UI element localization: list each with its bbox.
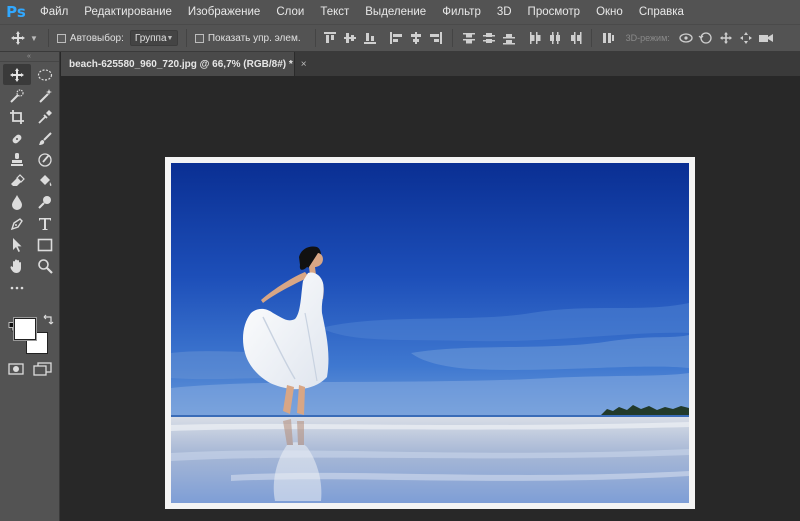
menu-file[interactable]: Файл: [32, 0, 76, 24]
quick-selection-icon[interactable]: [3, 85, 31, 106]
path-selection-icon[interactable]: [3, 234, 31, 255]
move-tool-icon[interactable]: [3, 64, 31, 86]
swap-colors-icon[interactable]: [42, 314, 54, 326]
menu-bar: Ps Файл Редактирование Изображение Слои …: [0, 0, 800, 24]
align-bottom-icon[interactable]: [360, 28, 380, 48]
align-hcenter-icon[interactable]: [406, 28, 426, 48]
document-canvas[interactable]: [165, 157, 695, 509]
orbit-3d-icon[interactable]: [676, 28, 696, 48]
tools-panel: «: [0, 52, 60, 521]
ellipse-marquee-icon[interactable]: [31, 64, 59, 85]
distribute-bottom-icon[interactable]: [499, 28, 519, 48]
show-transform-label: Показать упр. элем.: [207, 32, 301, 44]
dodge-icon[interactable]: [31, 192, 59, 213]
distribute-top-icon[interactable]: [459, 28, 479, 48]
eyedropper-icon[interactable]: [31, 107, 59, 128]
pen-icon[interactable]: [3, 213, 31, 234]
autoselect-checkbox[interactable]: [56, 33, 66, 43]
foreground-color-swatch[interactable]: [14, 318, 36, 340]
magic-wand-icon[interactable]: [31, 85, 59, 106]
distribute-right-icon[interactable]: [565, 28, 585, 48]
autoselect-toggle[interactable]: Автовыбор:: [56, 32, 124, 44]
distribute-vcenter-icon[interactable]: [479, 28, 499, 48]
align-vcenter-icon[interactable]: [340, 28, 360, 48]
document-tab-bar: beach-625580_960_720.jpg @ 66,7% (RGB/8#…: [61, 52, 800, 76]
autoselect-target-select[interactable]: Группа ▼: [129, 30, 178, 46]
quick-mask-icon[interactable]: [6, 361, 26, 377]
close-icon[interactable]: ×: [301, 59, 307, 70]
app-logo: Ps: [6, 3, 26, 21]
autoselect-label: Автовыбор:: [69, 32, 124, 44]
chevron-down-icon: ▼: [166, 34, 174, 42]
mode-3d-label: 3D-режим:: [625, 33, 670, 43]
clone-stamp-icon[interactable]: [3, 149, 31, 170]
hand-icon[interactable]: [3, 256, 31, 277]
auto-align-layers-icon[interactable]: [598, 28, 618, 48]
menu-image[interactable]: Изображение: [180, 0, 268, 24]
align-left-icon[interactable]: [386, 28, 406, 48]
roll-3d-icon[interactable]: [696, 28, 716, 48]
more-tools-icon[interactable]: [3, 277, 31, 298]
align-right-icon[interactable]: [426, 28, 446, 48]
rectangle-icon[interactable]: [31, 234, 59, 255]
beach-photo: [171, 163, 689, 503]
show-transform-toggle[interactable]: Показать упр. элем.: [194, 32, 301, 44]
menu-help[interactable]: Справка: [631, 0, 692, 24]
show-transform-checkbox[interactable]: [194, 33, 204, 43]
document-tab-title: beach-625580_960_720.jpg @ 66,7% (RGB/8#…: [69, 58, 293, 70]
menu-layers[interactable]: Слои: [268, 0, 312, 24]
menu-view[interactable]: Просмотр: [520, 0, 589, 24]
tools-panel-collapse-button[interactable]: «: [0, 52, 59, 62]
scale-3d-icon[interactable]: [756, 28, 776, 48]
color-swatches: [8, 314, 54, 360]
distribute-left-icon[interactable]: [525, 28, 545, 48]
brush-icon[interactable]: [31, 128, 59, 149]
pan-3d-icon[interactable]: [716, 28, 736, 48]
menu-type[interactable]: Текст: [312, 0, 357, 24]
document-tab[interactable]: beach-625580_960_720.jpg @ 66,7% (RGB/8#…: [61, 52, 307, 76]
screen-mode-icon[interactable]: [32, 361, 54, 377]
options-bar: ▼ Автовыбор: Группа ▼ Показать упр. элем…: [0, 24, 800, 52]
blur-icon[interactable]: [3, 192, 31, 213]
menu-window[interactable]: Окно: [588, 0, 631, 24]
paint-bucket-icon[interactable]: [31, 170, 59, 191]
zoom-icon[interactable]: [31, 256, 59, 277]
menu-filter[interactable]: Фильтр: [434, 0, 489, 24]
align-top-icon[interactable]: [320, 28, 340, 48]
photoshop-window: Ps Файл Редактирование Изображение Слои …: [0, 0, 800, 521]
distribute-hcenter-icon[interactable]: [545, 28, 565, 48]
history-brush-icon[interactable]: [31, 149, 59, 170]
chevron-down-icon[interactable]: ▼: [30, 34, 38, 43]
spot-healing-icon[interactable]: [3, 128, 31, 149]
crop-icon[interactable]: [3, 107, 31, 128]
slide-3d-icon[interactable]: [736, 28, 756, 48]
menu-3d[interactable]: 3D: [489, 0, 520, 24]
canvas-workspace[interactable]: [61, 76, 800, 521]
autoselect-target-value: Группа: [134, 32, 167, 44]
menu-select[interactable]: Выделение: [357, 0, 434, 24]
type-icon[interactable]: [31, 213, 59, 234]
eraser-icon[interactable]: [3, 170, 31, 191]
menu-edit[interactable]: Редактирование: [76, 0, 180, 24]
move-tool-preset-icon[interactable]: [8, 28, 28, 48]
